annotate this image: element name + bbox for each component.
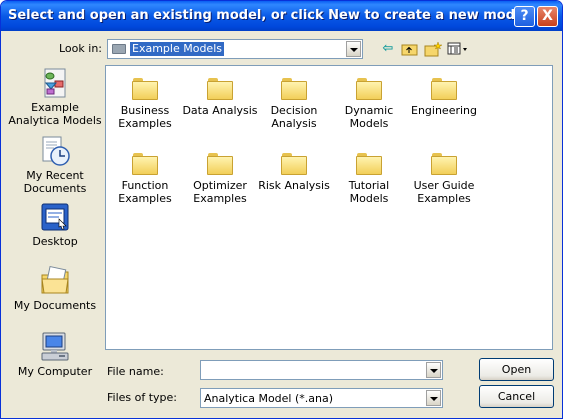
folder-label: Data Analysis xyxy=(182,104,258,117)
place-my-recent-documents[interactable]: My Recent Documents xyxy=(7,135,103,195)
analytica-models-icon xyxy=(39,67,71,99)
folder-icon xyxy=(132,153,158,175)
folder-icon xyxy=(207,78,233,100)
folder-label: Optimizer Examples xyxy=(193,179,247,205)
folder-label: Decision Analysis xyxy=(270,104,318,130)
folder-label: User Guide Examples xyxy=(413,179,475,205)
place-label: Example Analytica Models xyxy=(8,101,102,127)
list-item-folder[interactable]: Risk Analysis xyxy=(256,145,332,192)
folder-label: Tutorial Models xyxy=(348,179,390,205)
file-list[interactable]: Business Examples Data Analysis Decision… xyxy=(105,65,553,350)
desktop-icon xyxy=(39,201,71,233)
folder-icon xyxy=(431,78,457,100)
chevron-down-icon[interactable] xyxy=(426,390,441,406)
files-of-type-dropdown[interactable]: Analytica Model (*.ana) xyxy=(200,388,443,408)
open-button[interactable]: Open xyxy=(479,358,554,381)
look-in-label: Look in: xyxy=(59,42,102,55)
help-button[interactable]: ? xyxy=(514,6,535,27)
place-label: Desktop xyxy=(32,235,78,248)
my-documents-icon xyxy=(39,265,71,297)
folder-icon xyxy=(356,153,382,175)
folder-icon xyxy=(207,153,233,175)
list-item-folder[interactable]: Engineering xyxy=(406,70,482,117)
cancel-button[interactable]: Cancel xyxy=(479,385,554,408)
place-desktop[interactable]: Desktop xyxy=(7,201,103,248)
folder-icon xyxy=(356,78,382,100)
list-item-folder[interactable]: Decision Analysis xyxy=(256,70,332,130)
open-model-dialog: Select and open an existing model, or cl… xyxy=(0,0,563,419)
up-folder-icon[interactable] xyxy=(401,41,419,57)
folder-label: Dynamic Models xyxy=(344,104,394,130)
places-bar: Example Analytica Models My Recent Docum… xyxy=(7,63,103,383)
list-item-folder[interactable]: User Guide Examples xyxy=(406,145,482,205)
list-item-folder[interactable]: Function Examples xyxy=(107,145,183,205)
list-item-folder[interactable]: Business Examples xyxy=(107,70,183,130)
list-item-folder[interactable]: Tutorial Models xyxy=(331,145,407,205)
list-item-folder[interactable]: Optimizer Examples xyxy=(182,145,258,205)
folder-label: Function Examples xyxy=(118,179,172,205)
folder-label: Risk Analysis xyxy=(258,179,330,192)
place-my-computer[interactable]: My Computer xyxy=(7,331,103,378)
files-of-type-label: Files of type: xyxy=(107,391,178,404)
look-in-dropdown[interactable]: Example Models xyxy=(107,39,363,59)
close-button[interactable]: X xyxy=(537,6,558,27)
list-item-folder[interactable]: Dynamic Models xyxy=(331,70,407,130)
new-folder-icon[interactable] xyxy=(424,41,443,57)
back-arrow-icon[interactable]: ⇦ xyxy=(379,41,397,57)
folder-icon xyxy=(112,44,126,54)
look-in-value: Example Models xyxy=(129,41,225,57)
chevron-down-icon[interactable] xyxy=(346,41,361,57)
dialog-title: Select and open an existing model, or cl… xyxy=(8,8,529,23)
place-label: My Documents xyxy=(13,299,97,312)
title-bar: Select and open an existing model, or cl… xyxy=(1,1,562,31)
my-computer-icon xyxy=(39,331,71,363)
folder-icon xyxy=(132,78,158,100)
folder-icon xyxy=(431,153,457,175)
chevron-down-icon[interactable] xyxy=(426,362,441,378)
list-item-folder[interactable]: Data Analysis xyxy=(182,70,258,117)
place-label: My Recent Documents xyxy=(23,169,87,195)
view-menu-icon[interactable] xyxy=(447,41,471,57)
files-of-type-value: Analytica Model (*.ana) xyxy=(204,392,334,405)
folder-icon xyxy=(281,78,307,100)
place-label: My Computer xyxy=(17,365,93,378)
file-name-input[interactable] xyxy=(200,360,443,380)
recent-documents-icon xyxy=(39,135,71,167)
place-my-documents[interactable]: My Documents xyxy=(7,265,103,312)
file-name-label: File name: xyxy=(107,365,164,378)
folder-label: Business Examples xyxy=(118,104,172,130)
folder-icon xyxy=(281,153,307,175)
place-example-analytica-models[interactable]: Example Analytica Models xyxy=(7,67,103,127)
folder-label: Engineering xyxy=(411,104,477,117)
